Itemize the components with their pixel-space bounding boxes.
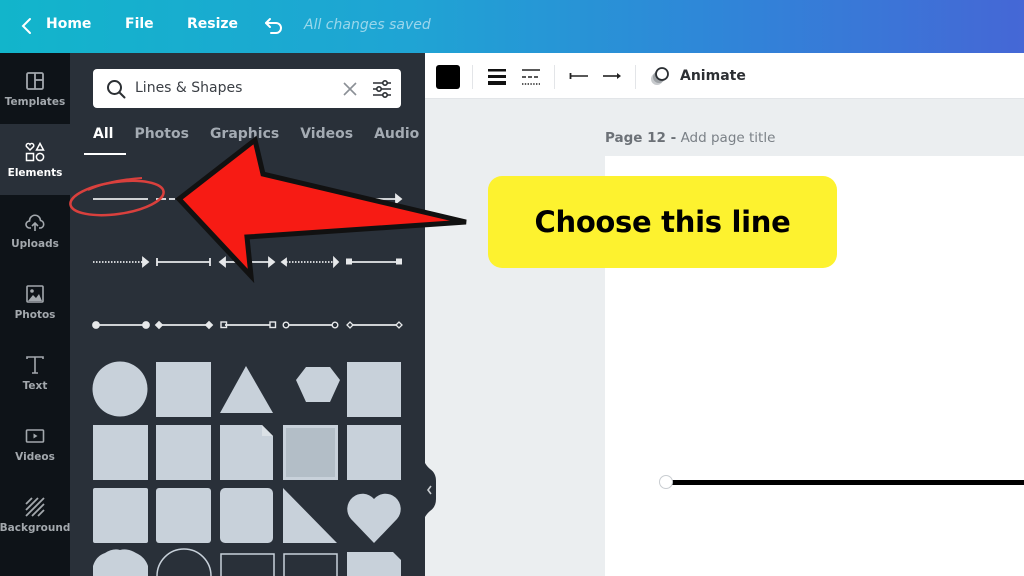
shape-rounded-square-1[interactable]	[93, 488, 148, 543]
line-style-icon[interactable]	[521, 67, 541, 87]
shape-rounded-square-3[interactable]	[220, 488, 273, 543]
rail-item-text[interactable]: Text	[0, 337, 70, 408]
line-option-square-ends[interactable]	[346, 258, 402, 265]
upload-cloud-icon	[25, 213, 45, 231]
rail-item-uploads[interactable]: Uploads	[0, 195, 70, 266]
line-option-hollow-circle-ends[interactable]	[282, 321, 339, 329]
canvas-line-element[interactable]	[666, 480, 1024, 485]
line-option-bar-ends[interactable]	[156, 258, 211, 266]
home-button[interactable]: Home	[46, 16, 91, 32]
lines-grid	[92, 193, 403, 576]
shape-rounded-square-2[interactable]	[156, 488, 211, 543]
element-toolbar: Animate	[425, 53, 1024, 99]
line-option-diamond-ends[interactable]	[154, 320, 214, 330]
shape-triangle[interactable]	[220, 366, 273, 413]
collapse-panel-handle[interactable]	[423, 455, 437, 525]
shape-right-triangle[interactable]	[283, 488, 337, 543]
resize-button[interactable]: Resize	[187, 16, 238, 32]
shape-square[interactable]	[156, 362, 211, 417]
rail-item-videos[interactable]: Videos	[0, 408, 70, 479]
line-endpoint-handle[interactable]	[659, 475, 673, 489]
rail-label: Photos	[14, 308, 56, 321]
rail-item-photos[interactable]: Photos	[0, 266, 70, 337]
line-end-icon[interactable]	[602, 68, 622, 84]
page-title[interactable]: Page 12 - Add page title	[605, 130, 775, 146]
line-start-icon[interactable]	[569, 68, 589, 84]
toolbar-divider	[554, 65, 555, 89]
photo-icon	[26, 284, 44, 303]
undo-icon[interactable]	[262, 14, 286, 38]
line-option-arrow[interactable]	[366, 193, 403, 205]
shape-hexagon[interactable]	[296, 367, 340, 402]
save-status: All changes saved	[304, 17, 431, 33]
animate-button[interactable]: Animate	[649, 65, 746, 87]
chevron-left-icon[interactable]	[16, 14, 38, 38]
line-option-dotted-arrow[interactable]	[93, 256, 150, 268]
shape-inner-square	[286, 428, 335, 477]
shape-square-outline[interactable]	[220, 553, 275, 576]
toolbar-divider	[472, 65, 473, 89]
fold-detail	[262, 425, 273, 436]
shape-square-outline-2[interactable]	[283, 553, 338, 576]
background-icon	[25, 496, 45, 517]
line-option-hollow-square-ends[interactable]	[220, 321, 277, 329]
toolbar-divider	[635, 65, 636, 89]
shape-square-3[interactable]	[156, 425, 211, 480]
instruction-callout: Choose this line	[488, 176, 837, 268]
rail-label: Elements	[7, 166, 63, 179]
line-option-dot-ends[interactable]	[92, 321, 150, 329]
text-icon	[26, 355, 44, 374]
page-number: Page 12 -	[605, 130, 677, 146]
line-option-dotted-double-arrow[interactable]	[280, 255, 340, 269]
rail-item-background[interactable]: Background	[0, 479, 70, 550]
rail-label: Background	[0, 521, 71, 534]
line-option-hollow-diamond-ends[interactable]	[346, 321, 403, 329]
rail-label: Templates	[4, 95, 66, 108]
animate-icon	[651, 67, 669, 85]
elements-panel: All Photos Graphics Videos Audio	[70, 53, 425, 576]
shape-heart[interactable]	[347, 493, 401, 543]
rail-item-elements[interactable]: Elements	[0, 124, 70, 195]
side-rail: Templates Elements Uploads Photos Text V…	[0, 53, 70, 576]
callout-text: Choose this line	[534, 205, 791, 239]
rail-item-templates[interactable]: Templates	[0, 53, 70, 124]
page-title-placeholder[interactable]: Add page title	[681, 130, 776, 146]
video-icon	[25, 428, 45, 443]
file-menu[interactable]: File	[125, 16, 154, 32]
shape-circle[interactable]	[92, 361, 148, 417]
shape-cut-corner[interactable]	[347, 552, 401, 576]
rail-label: Text	[22, 379, 48, 392]
templates-icon	[26, 71, 44, 90]
shape-scalloped[interactable]	[93, 549, 148, 576]
shape-square-shadow[interactable]	[347, 362, 401, 417]
rail-label: Videos	[15, 450, 55, 463]
shape-square-2[interactable]	[93, 425, 148, 480]
top-bar: Home File Resize All changes saved	[0, 0, 1024, 53]
animate-label: Animate	[680, 68, 746, 84]
shape-square-4[interactable]	[347, 425, 401, 480]
line-option-double-arrow[interactable]	[218, 256, 276, 268]
line-weight-icon[interactable]	[487, 67, 507, 87]
rail-label: Uploads	[11, 237, 59, 250]
shape-circle-outline[interactable]	[156, 548, 212, 576]
elements-icon	[25, 141, 45, 161]
color-swatch[interactable]	[436, 65, 460, 89]
